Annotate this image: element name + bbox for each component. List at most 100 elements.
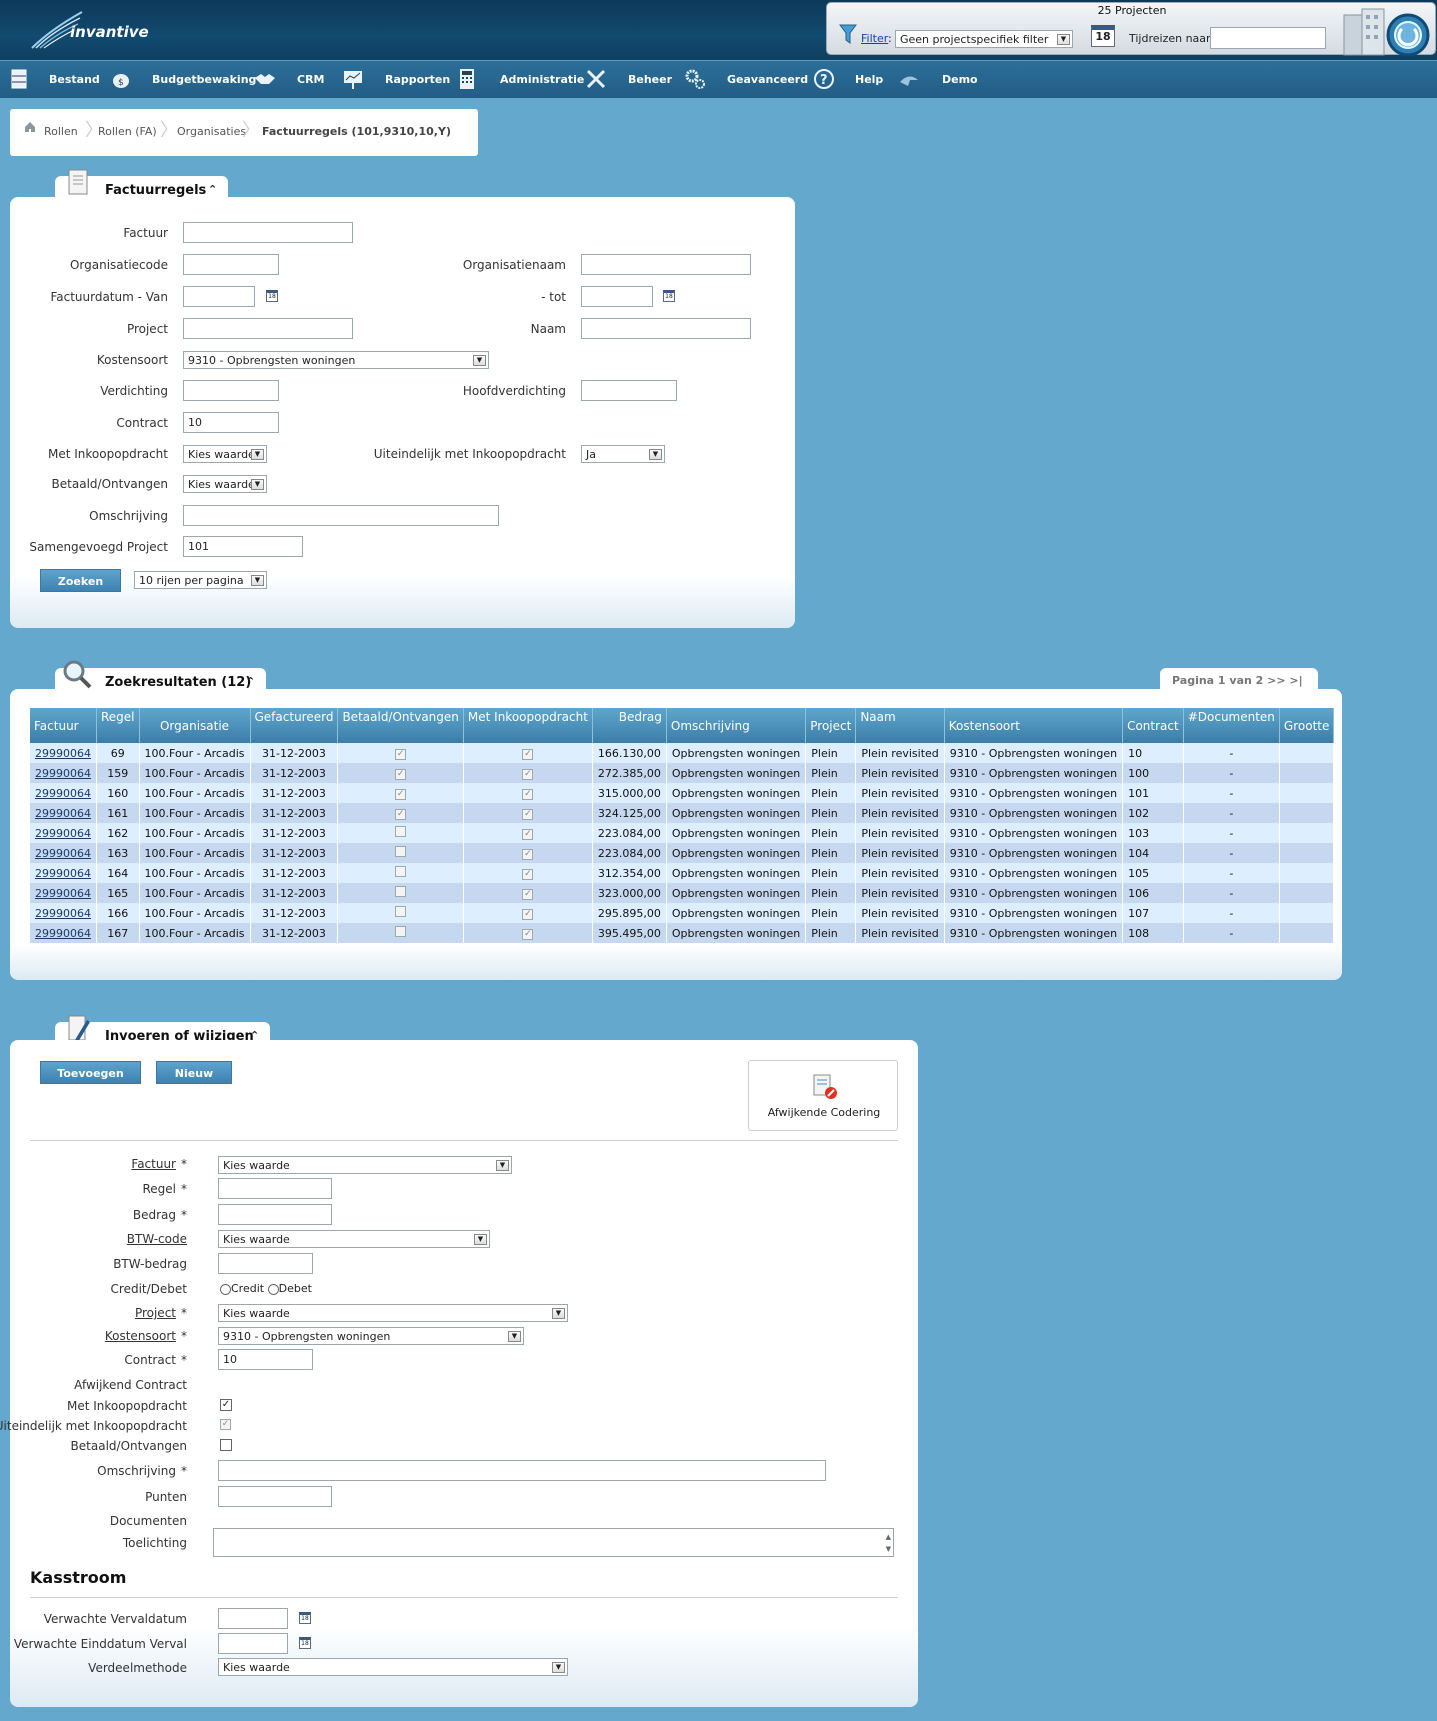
contract-input[interactable]: 10 xyxy=(183,412,279,433)
table-row[interactable]: 29990064 163 100.Four - Arcadis 31-12-2003 ✓… xyxy=(30,843,1335,863)
menu-rapporten[interactable]: Rapporten xyxy=(385,61,450,99)
table-row[interactable]: 29990064 162 100.Four - Arcadis 31-12-2003 ✓… xyxy=(30,823,1335,843)
scroll-arrows-icon[interactable]: ▲ ▼ xyxy=(886,1531,891,1555)
edit-btw-bedrag-input[interactable] xyxy=(218,1253,313,1274)
filter-link[interactable]: Filter xyxy=(861,32,888,45)
edit-factuur-select[interactable]: Kies waarde ▼ xyxy=(218,1156,512,1174)
omschrijving-input[interactable] xyxy=(183,505,499,526)
factuur-link[interactable]: 29990064 xyxy=(35,807,91,820)
search-button[interactable]: Zoeken xyxy=(40,569,121,592)
col-kostensoort[interactable]: Kostensoort xyxy=(944,708,1124,743)
edit-punten-input[interactable] xyxy=(218,1486,332,1507)
calendar-icon[interactable]: 18 xyxy=(663,290,675,302)
samengevoegd-input[interactable]: 101 xyxy=(183,536,303,557)
orgnaam-input[interactable] xyxy=(581,254,751,275)
factuur-link[interactable]: 29990064 xyxy=(35,787,91,800)
calendar-icon[interactable]: 18 xyxy=(299,1612,311,1624)
radio-credit[interactable] xyxy=(220,1283,231,1295)
edit-btw-code-select[interactable]: Kies waarde ▼ xyxy=(218,1230,490,1248)
factuur-link[interactable]: 29990064 xyxy=(35,747,91,760)
col-bedrag[interactable]: Bedrag xyxy=(592,708,667,743)
building-icon[interactable] xyxy=(1342,7,1434,57)
breadcrumb-organisaties[interactable]: Organisaties xyxy=(177,125,246,138)
rows-per-page-select[interactable]: 10 rijen per pagina ▼ xyxy=(134,571,267,589)
edit-kostensoort-select[interactable]: 9310 - Opbrengsten woningen ▼ xyxy=(218,1327,524,1345)
factuur-input[interactable] xyxy=(183,222,353,243)
edit-project-label[interactable]: Project xyxy=(135,1306,176,1320)
met-inkoop-select[interactable]: Kies waarde ▼ xyxy=(183,445,267,463)
menu-demo[interactable]: Demo xyxy=(942,61,978,99)
home-icon[interactable] xyxy=(24,121,36,133)
new-button[interactable]: Nieuw xyxy=(156,1061,232,1084)
table-row[interactable]: 29990064 164 100.Four - Arcadis 31-12-2003 ✓… xyxy=(30,863,1335,883)
table-row[interactable]: 29990064 161 100.Four - Arcadis 31-12-2003 ✓… xyxy=(30,803,1335,823)
col-met-inkoop[interactable]: Met Inkoopopdracht xyxy=(463,708,593,743)
naam-input[interactable] xyxy=(581,318,751,339)
edit-project-select[interactable]: Kies waarde ▼ xyxy=(218,1304,568,1322)
factuur-link[interactable]: 29990064 xyxy=(35,927,91,940)
alt-coding-button[interactable]: Afwijkende Codering xyxy=(748,1060,898,1131)
betaald-select[interactable]: Kies waarde ▼ xyxy=(183,475,267,493)
edit-betaald-checkbox[interactable] xyxy=(220,1439,232,1451)
table-row[interactable]: 29990064 165 100.Four - Arcadis 31-12-2003 ✓… xyxy=(30,883,1335,903)
edit-btw-code-label[interactable]: BTW-code xyxy=(127,1232,187,1246)
col-contract[interactable]: Contract xyxy=(1122,708,1184,743)
factuur-link[interactable]: 29990064 xyxy=(35,847,91,860)
filter-icon[interactable] xyxy=(839,23,857,45)
menu-geavanceerd[interactable]: Geavanceerd xyxy=(727,61,808,99)
table-row[interactable]: 29990064 159 100.Four - Arcadis 31-12-2003 ✓… xyxy=(30,763,1335,783)
table-row[interactable]: 29990064 69 100.Four - Arcadis 31-12-2003 ✓ ✓… xyxy=(30,743,1335,763)
edit-bedrag-input[interactable] xyxy=(218,1204,332,1225)
col-organisatie[interactable]: Organisatie xyxy=(139,708,251,743)
factuur-link[interactable]: 29990064 xyxy=(35,767,91,780)
edit-factuur-label[interactable]: Factuur xyxy=(131,1157,176,1171)
kostensoort-select[interactable]: 9310 - Opbrengsten woningen ▼ xyxy=(183,351,489,369)
vervaldatum-input[interactable] xyxy=(218,1608,288,1629)
factuur-link[interactable]: 29990064 xyxy=(35,827,91,840)
edit-contract-input[interactable]: 10 xyxy=(218,1349,313,1370)
verdichting-input[interactable] xyxy=(183,380,279,401)
verdeelmethode-select[interactable]: Kies waarde ▼ xyxy=(218,1658,568,1676)
datum-tot-input[interactable] xyxy=(581,286,653,307)
invantive-logo[interactable]: invantive xyxy=(30,10,150,50)
edit-toelichting-textarea[interactable]: ▲ ▼ xyxy=(213,1528,894,1557)
col-grootte[interactable]: Grootte xyxy=(1279,708,1335,743)
table-row[interactable]: 29990064 167 100.Four - Arcadis 31-12-2003 ✓… xyxy=(30,923,1335,943)
pagination[interactable]: Pagina 1 van 2 >> >| xyxy=(1172,674,1303,687)
datum-van-input[interactable] xyxy=(183,286,255,307)
col-gefactureerd[interactable]: Gefactureerd xyxy=(250,708,339,743)
orgcode-input[interactable] xyxy=(183,254,279,275)
edit-omschrijving-input[interactable] xyxy=(218,1460,826,1481)
uiteindelijk-select[interactable]: Ja ▼ xyxy=(581,445,665,463)
add-button[interactable]: Toevoegen xyxy=(40,1061,141,1084)
project-input[interactable] xyxy=(183,318,353,339)
radio-debet[interactable] xyxy=(267,1283,279,1295)
col-factuur[interactable]: Factuur xyxy=(30,708,97,743)
menu-help[interactable]: Help xyxy=(855,61,883,99)
calendar-icon[interactable]: 18 xyxy=(299,1637,311,1649)
table-row[interactable]: 29990064 160 100.Four - Arcadis 31-12-2003 ✓… xyxy=(30,783,1335,803)
col-project[interactable]: Project xyxy=(805,708,857,743)
collapse-icon[interactable]: ⌃ xyxy=(208,183,217,196)
factuur-link[interactable]: 29990064 xyxy=(35,887,91,900)
menu-bestand[interactable]: Bestand xyxy=(49,61,100,99)
factuur-link[interactable]: 29990064 xyxy=(35,907,91,920)
factuur-link[interactable]: 29990064 xyxy=(35,867,91,880)
edit-met-inkoop-checkbox[interactable]: ✓ xyxy=(220,1399,232,1411)
collapse-icon[interactable]: ⌃ xyxy=(246,675,255,688)
edit-regel-input[interactable] xyxy=(218,1178,332,1199)
menu-beheer[interactable]: Beheer xyxy=(628,61,672,99)
edit-kostensoort-label[interactable]: Kostensoort xyxy=(105,1329,176,1343)
col-documenten[interactable]: #Documenten xyxy=(1183,708,1280,743)
hoofdverdichting-input[interactable] xyxy=(581,380,677,401)
menu-budgetbewaking[interactable]: Budgetbewaking xyxy=(152,61,256,99)
col-naam[interactable]: Naam xyxy=(855,708,945,743)
breadcrumb-rollen-fa[interactable]: Rollen (FA) xyxy=(98,125,157,138)
menu-administratie[interactable]: Administratie xyxy=(500,61,584,99)
timetravel-input[interactable] xyxy=(1210,27,1326,49)
col-betaald[interactable]: Betaald/Ontvangen xyxy=(337,708,464,743)
calendar-icon[interactable]: 18 xyxy=(266,290,278,302)
breadcrumb-rollen[interactable]: Rollen xyxy=(44,125,78,138)
col-regel[interactable]: Regel xyxy=(96,708,140,743)
einddatum-input[interactable] xyxy=(218,1633,288,1654)
